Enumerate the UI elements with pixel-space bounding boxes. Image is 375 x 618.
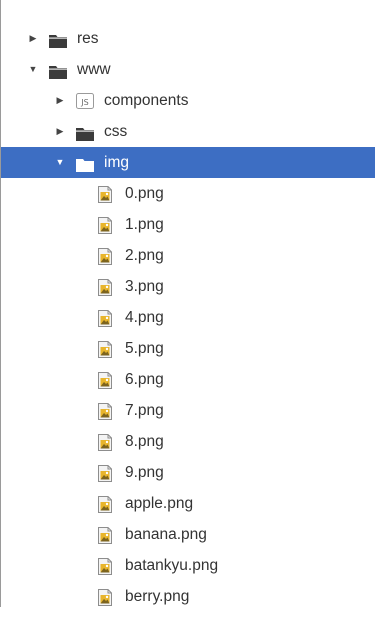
- image-file-icon: [97, 587, 113, 618]
- tree-item-5-png[interactable]: 5.png: [1, 333, 375, 364]
- collapsed-arrow-icon[interactable]: ▶: [55, 116, 65, 147]
- tree-item-8-png[interactable]: 8.png: [1, 426, 375, 457]
- tree-item-4-png[interactable]: 4.png: [1, 302, 375, 333]
- file-explorer-panel: ▶ res ▼ www ▶ JS components ▶ css ▼ img 0.png 1.png 2…: [0, 0, 375, 607]
- tree-item-0-png[interactable]: 0.png: [1, 178, 375, 209]
- svg-text:JS: JS: [80, 98, 88, 107]
- tree-item-label: batankyu.png: [125, 557, 219, 574]
- tree-item-img[interactable]: ▼ img: [1, 147, 375, 178]
- tree-item-label: 3.png: [125, 278, 164, 295]
- tree-item-label: 2.png: [125, 247, 164, 264]
- collapsed-arrow-icon[interactable]: ▶: [28, 23, 38, 54]
- tree-item-label: 0.png: [125, 185, 164, 202]
- tree-item-label: 7.png: [125, 402, 164, 419]
- expanded-arrow-icon[interactable]: ▼: [55, 147, 65, 178]
- tree-item-2-png[interactable]: 2.png: [1, 240, 375, 271]
- tree-item-css[interactable]: ▶ css: [1, 116, 375, 147]
- tree-item-label: 6.png: [125, 371, 164, 388]
- collapsed-arrow-icon[interactable]: ▶: [55, 85, 65, 116]
- tree-item-banana-png[interactable]: banana.png: [1, 519, 375, 550]
- tree-item-components[interactable]: ▶ JS components: [1, 85, 375, 116]
- tree-item-label: css: [104, 123, 128, 140]
- tree-item-res[interactable]: ▶ res: [1, 23, 375, 54]
- tree-item-www[interactable]: ▼ www: [1, 54, 375, 85]
- tree-item-6-png[interactable]: 6.png: [1, 364, 375, 395]
- tree-item-label: apple.png: [125, 495, 194, 512]
- tree-item-1-png[interactable]: 1.png: [1, 209, 375, 240]
- tree-item-label: components: [104, 92, 189, 109]
- tree-item-7-png[interactable]: 7.png: [1, 395, 375, 426]
- tree-item-label: res: [77, 30, 99, 47]
- tree-item-label: img: [104, 154, 129, 171]
- tree-item-label: 1.png: [125, 216, 164, 233]
- tree-item-9-png[interactable]: 9.png: [1, 457, 375, 488]
- tree-item-3-png[interactable]: 3.png: [1, 271, 375, 302]
- tree-item-apple-png[interactable]: apple.png: [1, 488, 375, 519]
- tree-item-label: 9.png: [125, 464, 164, 481]
- tree-item-label: 4.png: [125, 309, 164, 326]
- tree-item-berry-png[interactable]: berry.png: [1, 581, 375, 612]
- expanded-arrow-icon[interactable]: ▼: [28, 54, 38, 85]
- tree-item-label: berry.png: [125, 588, 190, 605]
- partially-visible-next-item: [121, 602, 261, 607]
- tree-item-label: www: [77, 61, 111, 78]
- file-tree: ▶ res ▼ www ▶ JS components ▶ css ▼ img 0.png 1.png 2…: [1, 23, 375, 612]
- tree-item-label: 8.png: [125, 433, 164, 450]
- tree-item-label: banana.png: [125, 526, 207, 543]
- tree-item-batankyu-png[interactable]: batankyu.png: [1, 550, 375, 581]
- tree-item-label: 5.png: [125, 340, 164, 357]
